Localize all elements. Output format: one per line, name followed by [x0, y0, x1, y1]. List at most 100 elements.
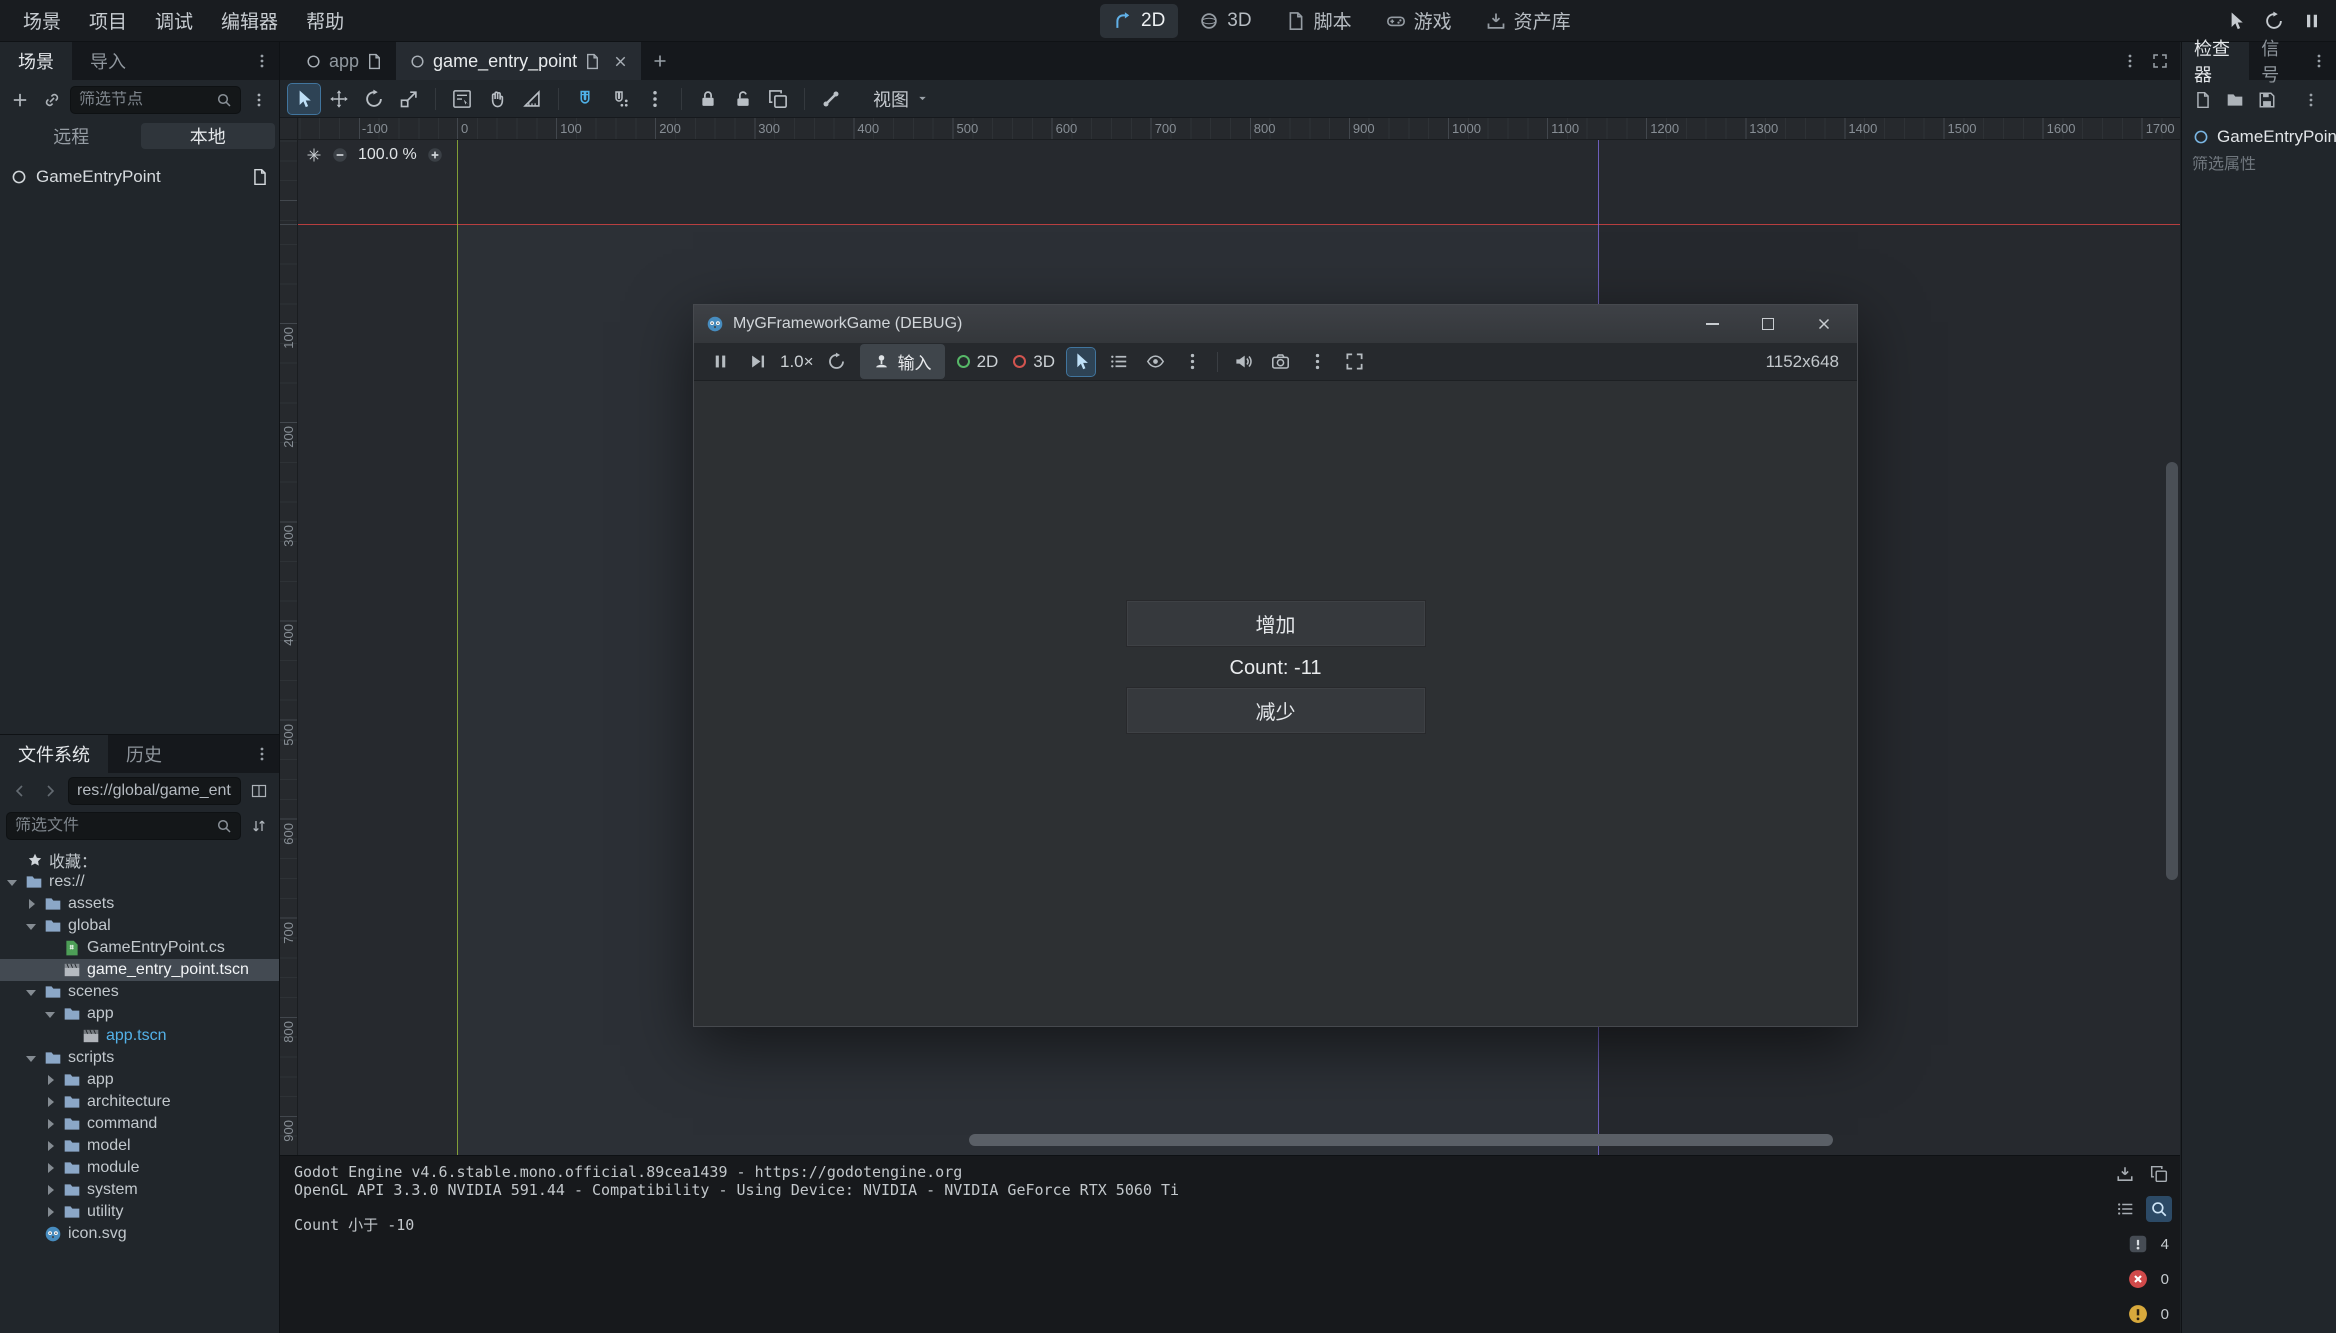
history-back-button[interactable] — [6, 777, 34, 805]
workspace-assetlib-button[interactable]: 资产库 — [1473, 1, 1584, 40]
workspace-2d-button[interactable]: 2D — [1100, 4, 1178, 38]
expander-down-icon[interactable] — [44, 1008, 57, 1021]
unlock-selected-button[interactable] — [727, 84, 759, 114]
attached-script-icon[interactable] — [251, 168, 269, 186]
vertical-scrollbar[interactable] — [2166, 140, 2178, 1131]
file-row[interactable]: GameEntryPoint.cs — [0, 937, 279, 959]
sort-files-button[interactable] — [245, 812, 273, 840]
camera-options-button[interactable] — [1303, 348, 1331, 376]
scene-tree-options-button[interactable] — [245, 86, 273, 114]
tab-history[interactable]: 历史 — [108, 735, 180, 773]
filter-nodes-box[interactable] — [70, 86, 241, 114]
menu-debug[interactable]: 调试 — [142, 2, 206, 39]
tab-inspector[interactable]: 检查器 — [2182, 42, 2249, 80]
rotate-tool-button[interactable] — [358, 84, 390, 114]
file-row[interactable]: app.tscn — [0, 1025, 279, 1047]
menu-editor[interactable]: 编辑器 — [208, 2, 291, 39]
snap-options-button[interactable] — [639, 84, 671, 114]
view-menu[interactable]: 视图 — [863, 82, 939, 116]
scene-root-node-row[interactable]: GameEntryPoint — [0, 164, 279, 190]
scene-tab-app[interactable]: app — [292, 42, 396, 80]
increase-button[interactable]: 增加 — [1126, 600, 1426, 647]
ruler-tool-button[interactable] — [516, 84, 548, 114]
close-button[interactable] — [1811, 311, 1837, 337]
tab-list-button[interactable] — [2122, 53, 2138, 69]
warnings-badge[interactable]: 0 — [2127, 1301, 2172, 1327]
h-scrollbar-thumb[interactable] — [969, 1134, 1833, 1146]
folder-row[interactable]: model — [0, 1135, 279, 1157]
input-mode-button[interactable]: 输入 — [860, 344, 945, 379]
close-tab-icon[interactable] — [613, 54, 628, 69]
debug-options-button[interactable] — [1178, 348, 1206, 376]
expander-down-icon[interactable] — [25, 986, 38, 999]
canvas-2d[interactable]: 100.0 % MyGFrameworkGame (DEBUG) — [298, 140, 2180, 1155]
folder-row[interactable]: scenes — [0, 981, 279, 1003]
menu-project[interactable]: 项目 — [76, 2, 140, 39]
folder-row[interactable]: module — [0, 1157, 279, 1179]
current-path-box[interactable] — [68, 777, 241, 805]
smart-snap-button[interactable] — [569, 84, 601, 114]
zoom-out-button[interactable] — [331, 146, 349, 164]
next-frame-button[interactable] — [743, 348, 771, 376]
maximize-button[interactable] — [1755, 311, 1781, 337]
filter-files-box[interactable] — [6, 812, 241, 840]
skeleton-options-button[interactable] — [815, 84, 847, 114]
expander-right-icon[interactable] — [44, 1206, 57, 1219]
tab-import[interactable]: 导入 — [72, 42, 144, 80]
mode-3d-button[interactable]: 3D — [1010, 352, 1058, 372]
expander-down-icon[interactable] — [25, 1052, 38, 1065]
load-resource-button[interactable] — [2222, 87, 2248, 113]
pick-node-button[interactable] — [1067, 348, 1095, 376]
inspector-options-button[interactable] — [2294, 92, 2328, 108]
expand-viewport-button[interactable] — [2152, 53, 2168, 69]
group-selected-button[interactable] — [762, 84, 794, 114]
local-tab[interactable]: 本地 — [141, 123, 276, 149]
camera-override-button[interactable] — [1266, 348, 1294, 376]
lock-selected-button[interactable] — [692, 84, 724, 114]
folder-row[interactable]: scripts — [0, 1047, 279, 1069]
expander-right-icon[interactable] — [25, 898, 38, 911]
dock-options-button[interactable] — [2302, 42, 2336, 80]
instance-scene-button[interactable] — [38, 86, 66, 114]
filter-properties-input[interactable] — [2192, 156, 2326, 174]
expander-down-icon[interactable] — [25, 920, 38, 933]
folder-row[interactable]: app — [0, 1003, 279, 1025]
zoom-in-button[interactable] — [426, 146, 444, 164]
dock-options-button[interactable] — [245, 735, 279, 773]
scroll-to-end-button[interactable] — [2112, 1161, 2138, 1187]
restart-session-button[interactable] — [2264, 11, 2284, 31]
speed-select[interactable]: 1.0× — [780, 352, 814, 372]
add-node-button[interactable] — [6, 86, 34, 114]
filter-files-input[interactable] — [15, 817, 210, 835]
zoom-level[interactable]: 100.0 % — [358, 146, 417, 164]
path-input[interactable] — [77, 782, 232, 800]
file-row[interactable]: icon.svg — [0, 1223, 279, 1245]
folder-row[interactable]: architecture — [0, 1091, 279, 1113]
expander-right-icon[interactable] — [44, 1140, 57, 1153]
expander-right-icon[interactable] — [44, 1118, 57, 1131]
save-resource-button[interactable] — [2254, 87, 2280, 113]
workspace-game-button[interactable]: 游戏 — [1373, 1, 1465, 40]
expander-right-icon[interactable] — [44, 1162, 57, 1175]
toggle-split-mode-button[interactable] — [245, 777, 273, 805]
errors-badge[interactable]: 0 — [2127, 1266, 2172, 1292]
folder-row[interactable]: res:// — [0, 871, 279, 893]
move-tool-button[interactable] — [323, 84, 355, 114]
folder-row[interactable]: command — [0, 1113, 279, 1135]
new-resource-button[interactable] — [2190, 87, 2216, 113]
file-row[interactable]: game_entry_point.tscn — [0, 959, 279, 981]
pause-session-button[interactable] — [2302, 11, 2322, 31]
minimize-button[interactable] — [1699, 311, 1725, 337]
messages-badge[interactable]: 4 — [2127, 1231, 2172, 1257]
select-tool-button[interactable] — [288, 84, 320, 114]
workspace-script-button[interactable]: 脚本 — [1273, 1, 1365, 40]
game-window-titlebar[interactable]: MyGFrameworkGame (DEBUG) — [694, 305, 1857, 343]
menu-scene[interactable]: 场景 — [10, 2, 74, 39]
expander-right-icon[interactable] — [44, 1184, 57, 1197]
folder-row[interactable]: app — [0, 1069, 279, 1091]
folder-row[interactable]: assets — [0, 893, 279, 915]
tab-signals[interactable]: 信号 — [2249, 42, 2302, 80]
dock-options-button[interactable] — [245, 42, 279, 80]
folder-row[interactable]: global — [0, 915, 279, 937]
folder-row[interactable]: system — [0, 1179, 279, 1201]
